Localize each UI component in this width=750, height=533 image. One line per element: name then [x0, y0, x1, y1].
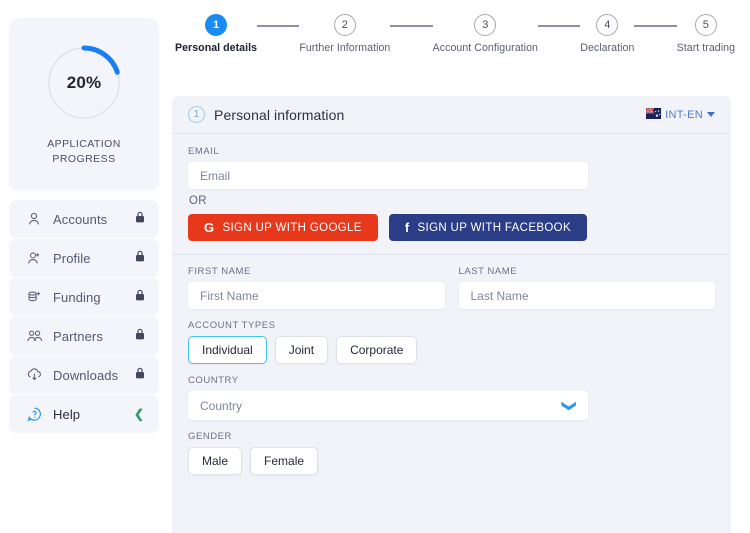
sidebar-item-label: Partners [53, 328, 103, 344]
sidebar-item-profile[interactable]: Profile [9, 239, 159, 277]
gender-group: GENDER Male Female [188, 420, 715, 475]
facebook-icon: f [404, 220, 410, 235]
country-select[interactable]: Country ❯ [188, 391, 588, 420]
application-progress-card: 20% APPLICATION PROGRESS [9, 18, 159, 190]
name-fields-row: FIRST NAME First Name LAST NAME Last Nam… [188, 255, 715, 309]
social-signup-row: G SIGN UP WITH GOOGLE f SIGN UP WITH FAC… [188, 214, 715, 254]
country-group: COUNTRY Country ❯ [188, 364, 715, 420]
account-type-individual[interactable]: Individual [188, 336, 267, 364]
gender-label: GENDER [188, 431, 232, 442]
sidebar-item-label: Funding [53, 289, 101, 305]
or-separator-label: OR [189, 195, 207, 207]
sidebar: 20% APPLICATION PROGRESS Accounts Profil… [9, 18, 159, 434]
step-label: Account Configuration [432, 42, 538, 54]
step-label: Personal details [175, 42, 258, 54]
step-connector [257, 25, 300, 27]
sidebar-item-partners[interactable]: Partners [9, 317, 159, 355]
lock-icon [134, 366, 148, 385]
chevron-down-icon[interactable]: ❯ [562, 400, 578, 412]
sidebar-nav: Accounts Profile Funding Partners Downlo… [9, 200, 159, 433]
step-connector [390, 25, 433, 27]
help-bubble-icon [26, 405, 48, 423]
progress-caption-line2: PROGRESS [52, 152, 116, 165]
lock-icon [134, 210, 148, 229]
sidebar-item-label: Accounts [53, 211, 108, 227]
lock-icon [134, 327, 148, 346]
sign-up-with-facebook-button[interactable]: f SIGN UP WITH FACEBOOK [388, 214, 587, 241]
step-declaration[interactable]: 4 Declaration [580, 14, 634, 54]
step-connector [537, 25, 581, 27]
step-personal-details[interactable]: 1 Personal details [175, 14, 257, 54]
sign-up-with-google-button[interactable]: G SIGN UP WITH GOOGLE [188, 214, 378, 241]
section-number-badge: 1 [188, 106, 205, 123]
progress-caption-line1: APPLICATION [47, 137, 121, 150]
step-number: 5 [694, 14, 717, 36]
email-input[interactable]: Email [188, 162, 588, 189]
country-label: COUNTRY [188, 375, 239, 386]
stepper-steps: 1 Personal details 2 Further Information… [175, 14, 735, 54]
lock-icon [134, 288, 148, 307]
last-name-label: LAST NAME [458, 266, 518, 277]
gender-options: Male Female [188, 447, 715, 475]
step-number: 2 [333, 14, 356, 36]
account-types-label: ACCOUNT TYPES [188, 320, 276, 331]
step-start-trading[interactable]: 5 Start trading [677, 14, 735, 54]
email-group: EMAIL Email [188, 146, 715, 189]
sidebar-item-accounts[interactable]: Accounts [9, 200, 159, 238]
personal-information-panel: 1 Personal information INT-EN EMAIL Emai… [172, 96, 731, 533]
sidebar-item-funding[interactable]: Funding [9, 278, 159, 316]
user-icon [26, 210, 48, 228]
step-further-information[interactable]: 2 Further Information [299, 14, 390, 54]
sidebar-item-downloads[interactable]: Downloads [9, 356, 159, 394]
users-icon [26, 327, 48, 345]
sidebar-item-label: Downloads [53, 367, 119, 383]
account-type-joint[interactable]: Joint [274, 336, 329, 364]
first-name-group: FIRST NAME First Name [188, 266, 445, 309]
first-name-label: FIRST NAME [188, 266, 251, 277]
google-icon: G [204, 220, 215, 235]
cloud-download-icon [26, 366, 48, 384]
facebook-button-label: SIGN UP WITH FACEBOOK [417, 221, 571, 234]
sidebar-item-label: Profile [53, 250, 91, 266]
progress-caption: APPLICATION PROGRESS [47, 137, 121, 167]
chevron-left-icon[interactable]: ❮ [134, 408, 148, 420]
user-plus-icon [26, 249, 48, 267]
chevron-down-icon[interactable] [707, 112, 715, 117]
lock-icon [134, 249, 148, 268]
step-number: 1 [205, 14, 228, 36]
first-name-input[interactable]: First Name [188, 282, 445, 309]
google-button-label: SIGN UP WITH GOOGLE [222, 221, 362, 234]
panel-header: 1 Personal information INT-EN [172, 96, 731, 134]
last-name-group: LAST NAME Last Name [458, 266, 715, 309]
au-flag-icon [645, 106, 662, 124]
account-type-corporate[interactable]: Corporate [336, 336, 418, 364]
panel-title: Personal information [214, 106, 345, 123]
step-label: Declaration [580, 42, 635, 54]
progress-ring: 20% [43, 42, 125, 124]
gender-female[interactable]: Female [250, 447, 319, 475]
coins-plus-icon [26, 288, 48, 306]
step-label: Start trading [676, 42, 736, 54]
language-code: INT-EN [665, 108, 703, 121]
step-number: 3 [474, 14, 497, 36]
step-connector [634, 25, 677, 27]
sidebar-item-label: Help [53, 406, 81, 422]
progress-stepper: 1 Personal details 2 Further Information… [175, 14, 735, 68]
gender-male[interactable]: Male [188, 447, 243, 475]
panel-body: EMAIL Email OR G SIGN UP WITH GOOGLE f S… [172, 134, 731, 475]
email-label: EMAIL [188, 146, 220, 157]
step-label: Further Information [299, 42, 391, 54]
step-account-configuration[interactable]: 3 Account Configuration [433, 14, 538, 54]
sidebar-item-help[interactable]: Help ❮ [9, 395, 159, 433]
country-select-value: Country [200, 398, 243, 413]
language-selector[interactable]: INT-EN [645, 106, 715, 124]
step-number: 4 [596, 14, 619, 36]
progress-percent-label: 20% [66, 72, 102, 92]
last-name-input[interactable]: Last Name [458, 282, 715, 309]
account-types-options: Individual Joint Corporate [188, 336, 715, 364]
account-types-group: ACCOUNT TYPES Individual Joint Corporate [188, 309, 715, 364]
application-window: 20% APPLICATION PROGRESS Accounts Profil… [0, 0, 750, 533]
